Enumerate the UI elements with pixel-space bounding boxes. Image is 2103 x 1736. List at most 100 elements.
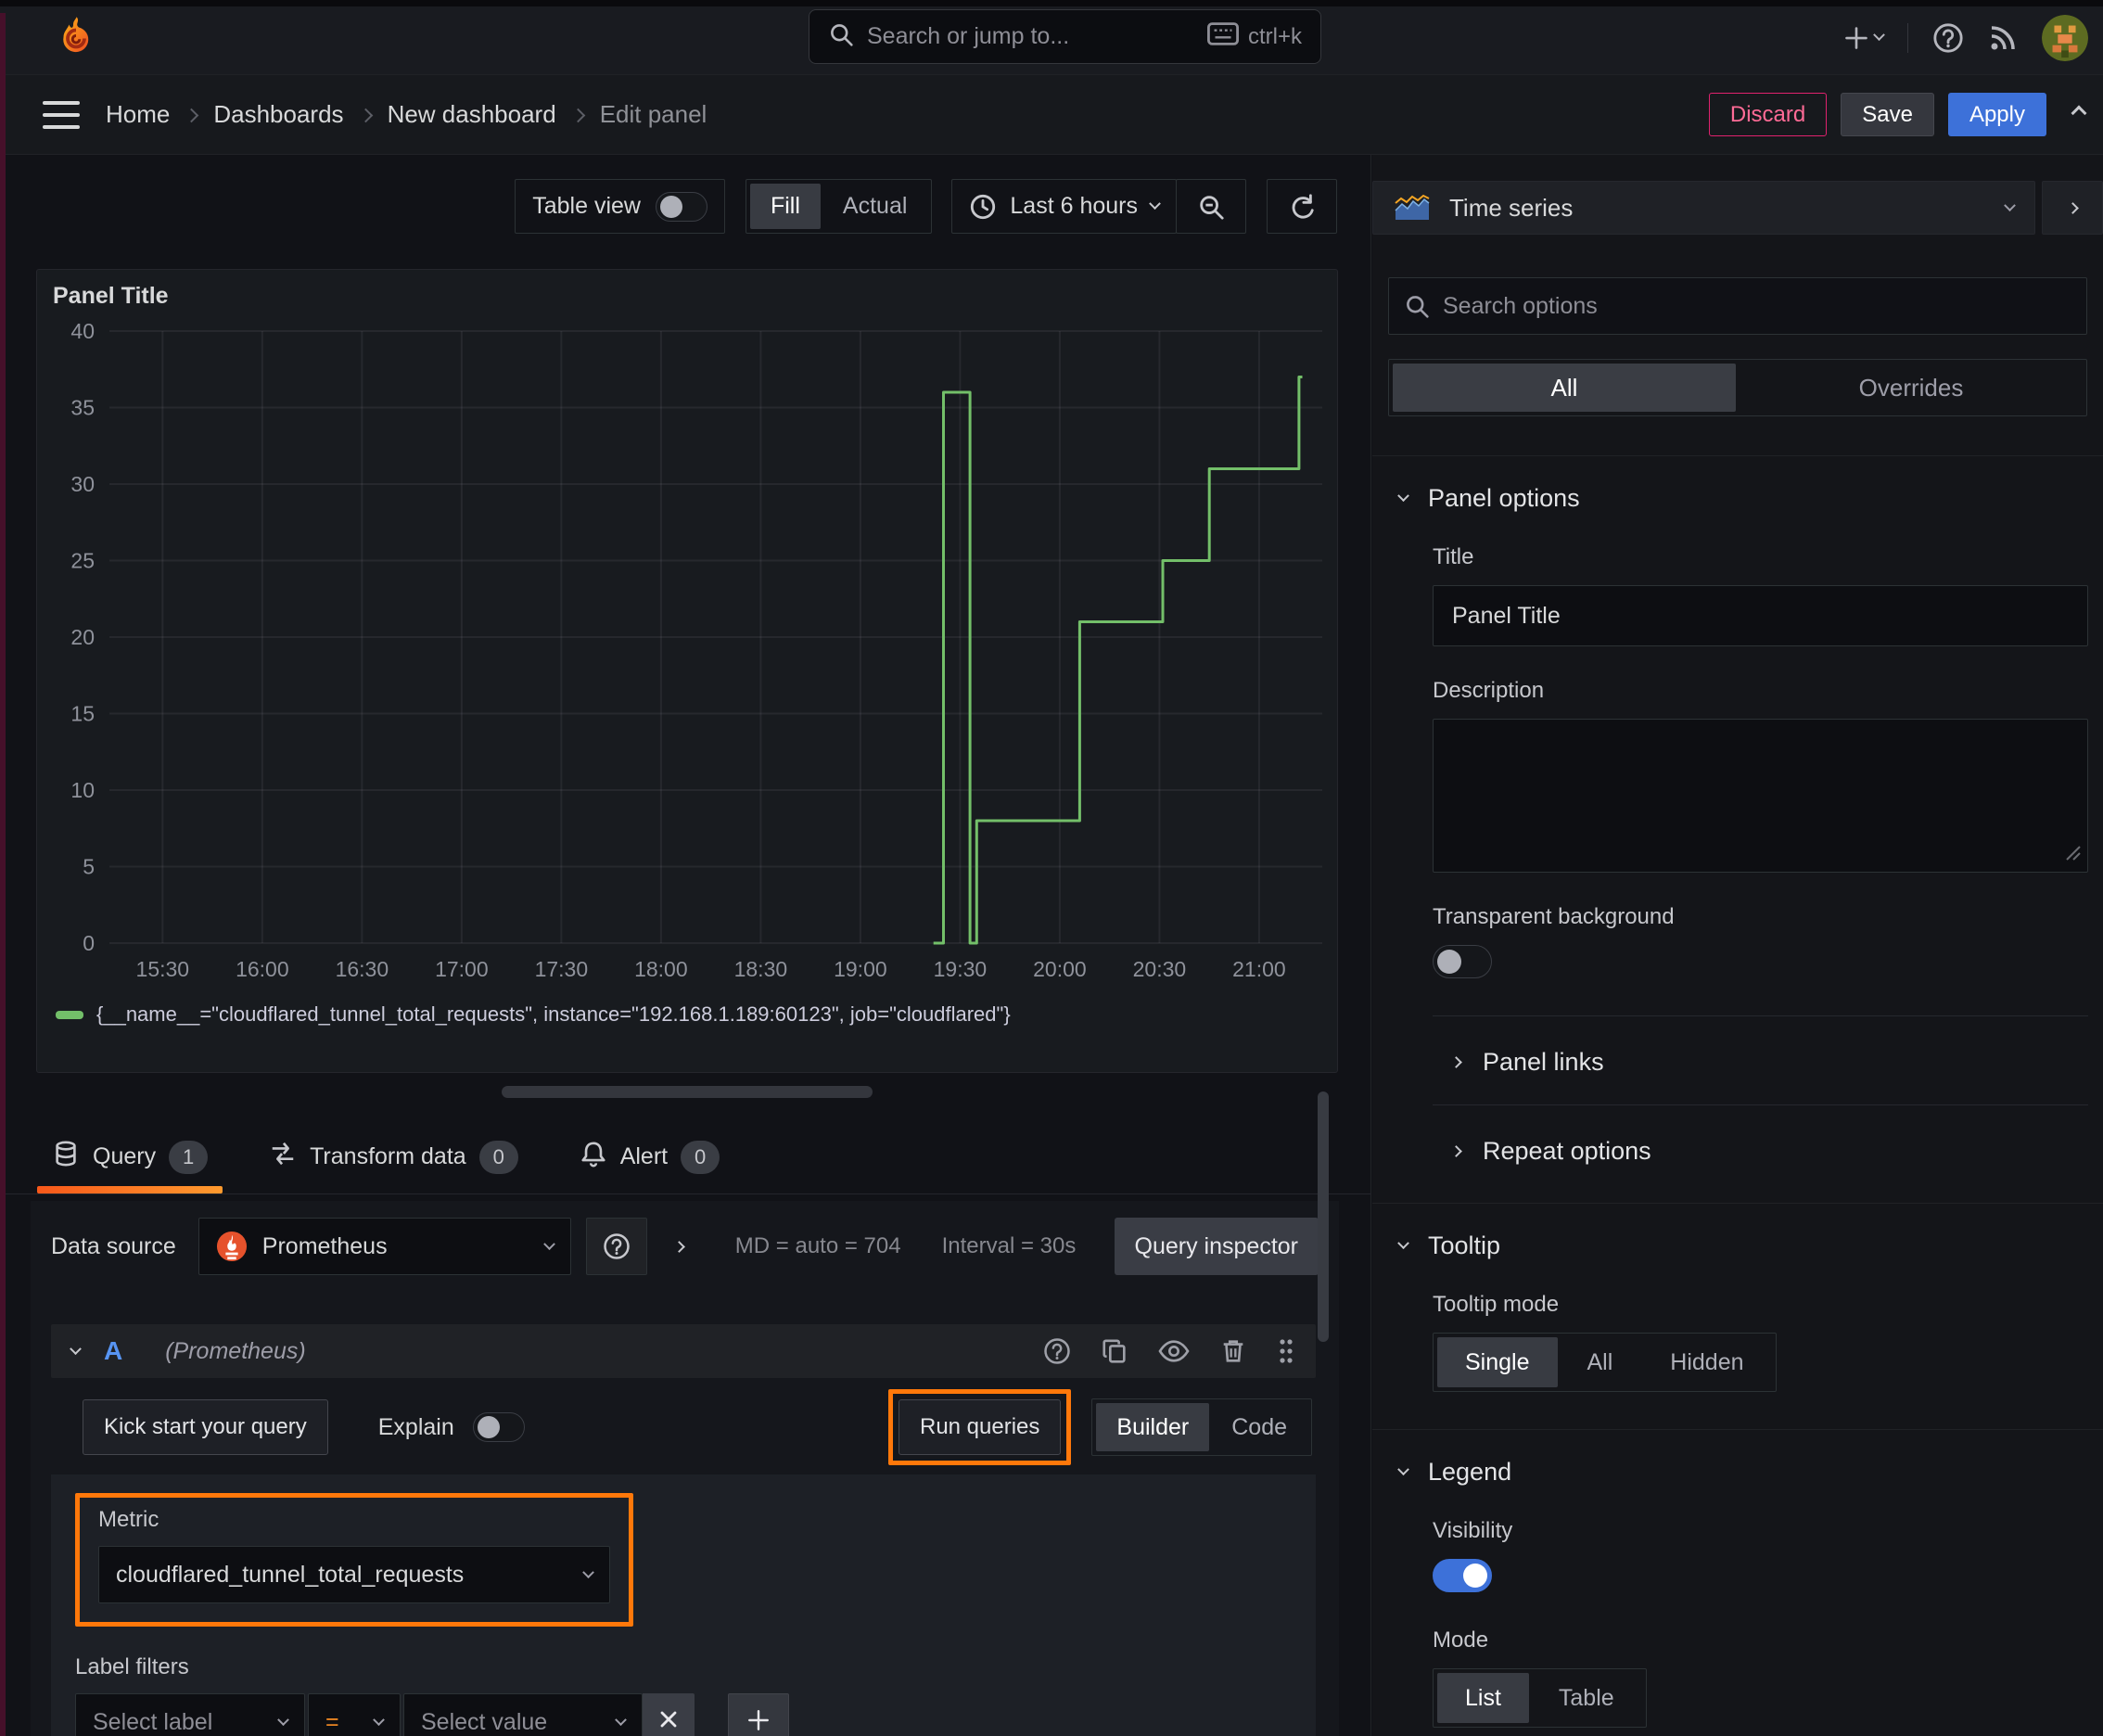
tab-alert[interactable]: Alert 0: [580, 1120, 720, 1194]
breadcrumb-home[interactable]: Home: [106, 100, 170, 129]
delete-query-button[interactable]: [1219, 1337, 1247, 1365]
operator-dropdown[interactable]: =: [308, 1693, 401, 1736]
window-edge-top: [0, 0, 2103, 6]
label-filters: Label filters Select label = Select valu…: [75, 1654, 1292, 1736]
help-icon: [603, 1232, 631, 1260]
actual-button[interactable]: Actual: [822, 184, 927, 229]
legend-mode-table[interactable]: Table: [1531, 1673, 1642, 1723]
tooltip-mode-single[interactable]: Single: [1437, 1337, 1558, 1387]
discard-button[interactable]: Discard: [1708, 93, 1828, 136]
datasource-help-button[interactable]: [585, 1218, 647, 1275]
save-button[interactable]: Save: [1841, 93, 1934, 136]
breadcrumb-dashboards[interactable]: Dashboards: [213, 100, 343, 129]
zoom-out-button[interactable]: [1176, 179, 1246, 234]
expand-viz-picker-button[interactable]: [2042, 181, 2103, 235]
remove-filter-button[interactable]: [643, 1693, 695, 1736]
tab-all-options[interactable]: All: [1393, 364, 1736, 412]
panel-links-header[interactable]: Panel links: [1450, 1042, 1604, 1082]
select-value-dropdown[interactable]: Select value: [403, 1693, 643, 1736]
svg-text:5: 5: [83, 855, 95, 879]
metric-label: Metric: [98, 1507, 159, 1532]
refresh-icon: [1288, 193, 1316, 221]
panel-options-pane: Time series All Overrides Panel options …: [1372, 155, 2103, 1736]
query-stats: MD = auto = 704 Interval = 30s: [735, 1233, 1077, 1259]
user-avatar[interactable]: [2042, 15, 2088, 61]
title-label: Title: [1433, 544, 1474, 569]
editor-resize-handle[interactable]: [502, 1086, 873, 1098]
options-search[interactable]: [1388, 277, 2087, 335]
plus-icon: [1843, 25, 1869, 51]
label-filters-label: Label filters: [75, 1654, 189, 1679]
vertical-scrollbar-thumb[interactable]: [1318, 1091, 1329, 1342]
builder-mode-button[interactable]: Builder: [1096, 1403, 1210, 1451]
chevron-down-icon: [582, 1565, 594, 1578]
query-help-button[interactable]: [1043, 1337, 1071, 1365]
chevron-right-icon: [1450, 1056, 1462, 1068]
chevron-down-icon: [2004, 198, 2016, 211]
tooltip-mode-label: Tooltip mode: [1433, 1292, 1560, 1317]
table-view-toggle[interactable]: [655, 191, 707, 222]
svg-text:20: 20: [70, 625, 95, 649]
news-button[interactable]: [1988, 23, 2018, 53]
repeat-options-header[interactable]: Repeat options: [1450, 1131, 1651, 1171]
svg-text:40: 40: [70, 319, 95, 343]
transparent-background-toggle[interactable]: [1433, 945, 1492, 978]
datasource-row: Data source Prometheus MD = auto = 704 I…: [51, 1217, 1319, 1276]
help-button[interactable]: [1932, 22, 1964, 54]
query-editor-header[interactable]: A (Prometheus): [51, 1324, 1316, 1378]
options-search-input[interactable]: [1443, 292, 2071, 320]
svg-text:16:30: 16:30: [336, 957, 389, 981]
time-range-picker[interactable]: Last 6 hours: [951, 179, 1177, 234]
divider: [1433, 1015, 2088, 1016]
series-legend-label[interactable]: {__name__="cloudflared_tunnel_total_requ…: [96, 1002, 1011, 1027]
kick-start-query-button[interactable]: Kick start your query: [83, 1399, 328, 1455]
database-icon: [52, 1140, 80, 1174]
drag-query-handle[interactable]: [1277, 1336, 1295, 1366]
collapse-options-button[interactable]: [2071, 105, 2087, 121]
panel-options-header[interactable]: Panel options: [1372, 456, 2103, 513]
legend-mode-list[interactable]: List: [1437, 1673, 1529, 1723]
transparent-background-label: Transparent background: [1433, 904, 1675, 929]
tooltip-mode-hidden[interactable]: Hidden: [1642, 1337, 1771, 1387]
datasource-label: Data source: [51, 1232, 176, 1259]
datasource-picker[interactable]: Prometheus: [198, 1218, 571, 1275]
add-new-button[interactable]: [1843, 25, 1885, 51]
svg-text:18:30: 18:30: [734, 957, 788, 981]
select-label-dropdown[interactable]: Select label: [75, 1693, 305, 1736]
duplicate-query-button[interactable]: [1101, 1337, 1128, 1365]
panel-description-textarea[interactable]: [1433, 719, 2088, 873]
refresh-button[interactable]: [1267, 179, 1337, 234]
visualization-picker[interactable]: Time series: [1372, 181, 2035, 235]
apply-button[interactable]: Apply: [1947, 93, 2046, 136]
grip-icon: [1277, 1336, 1295, 1366]
run-queries-button[interactable]: Run queries: [898, 1399, 1062, 1455]
global-search[interactable]: ctrl+k: [809, 9, 1321, 64]
tooltip-mode-all[interactable]: All: [1560, 1337, 1641, 1387]
tab-query[interactable]: Query 1: [36, 1120, 223, 1194]
grafana-logo-icon[interactable]: [54, 15, 98, 59]
code-mode-button[interactable]: Code: [1211, 1403, 1307, 1451]
tab-transform-data[interactable]: Transform data 0: [269, 1120, 518, 1194]
add-filter-button[interactable]: [728, 1693, 789, 1736]
legend-mode-label: Mode: [1433, 1628, 1489, 1653]
search-input[interactable]: [867, 23, 1194, 50]
tab-overrides[interactable]: Overrides: [1740, 364, 2083, 412]
chevron-right-icon[interactable]: [672, 1240, 685, 1253]
explain-toggle[interactable]: [472, 1412, 525, 1442]
trash-icon: [1219, 1337, 1247, 1365]
fill-button[interactable]: Fill: [749, 184, 821, 229]
legend-visibility-toggle[interactable]: [1433, 1559, 1492, 1592]
resize-corner-icon[interactable]: [2063, 843, 2082, 866]
legend-header[interactable]: Legend: [1372, 1430, 2103, 1487]
metric-select[interactable]: cloudflared_tunnel_total_requests: [98, 1546, 610, 1603]
query-inspector-button[interactable]: Query inspector: [1114, 1218, 1319, 1275]
panel-title-input[interactable]: [1433, 585, 2088, 646]
svg-text:18:00: 18:00: [634, 957, 688, 981]
legend-mode-group: List Table: [1433, 1668, 1647, 1728]
toggle-query-visibility-button[interactable]: [1158, 1337, 1190, 1365]
chart-legend: {__name__="cloudflared_tunnel_total_requ…: [56, 1002, 1011, 1027]
breadcrumb-new-dashboard[interactable]: New dashboard: [388, 100, 556, 129]
tooltip-header[interactable]: Tooltip: [1372, 1204, 2103, 1260]
chevron-right-icon: [358, 108, 373, 123]
menu-toggle-button[interactable]: [43, 100, 80, 129]
